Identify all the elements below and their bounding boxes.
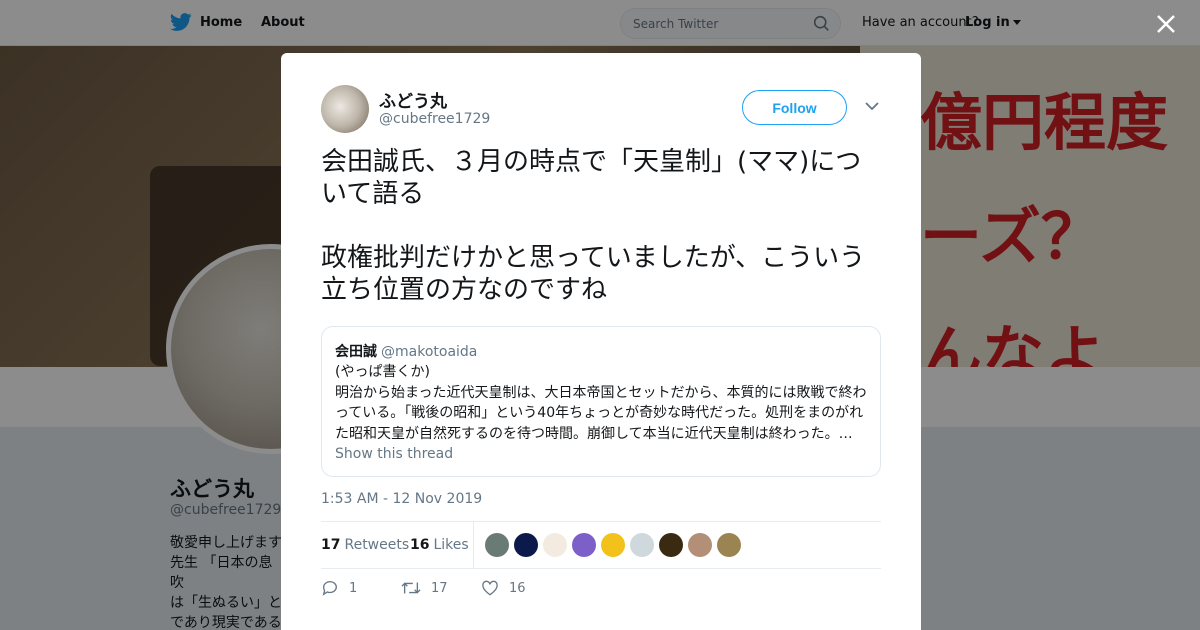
like-button[interactable]: 16	[481, 579, 561, 597]
retweets-count: 17	[321, 537, 341, 553]
reply-count: 1	[349, 580, 358, 596]
quoted-author-name: 会田誠	[335, 344, 377, 360]
quoted-author-handle: @makotoaida	[381, 344, 478, 360]
like-count: 16	[509, 580, 526, 596]
quoted-text: (やっぱ書くか) 明治から始まった近代天皇制は、大日本帝国とセットだから、本質的…	[335, 364, 867, 442]
likes-label: Likes	[433, 537, 469, 553]
author-avatar[interactable]	[321, 85, 369, 133]
chevron-down-icon[interactable]	[865, 101, 879, 111]
follow-button[interactable]: Follow	[742, 90, 847, 125]
tweet-timestamp[interactable]: 1:53 AM - 12 Nov 2019	[321, 491, 482, 507]
liker-avatar[interactable]	[514, 533, 538, 557]
tweet-text: 会田誠氏、３月の時点で「天皇制」(ママ)について語る 政権批判だけかと思っていま…	[321, 147, 866, 305]
stats-divider	[473, 522, 474, 568]
heart-icon	[482, 580, 498, 596]
liker-avatar[interactable]	[543, 533, 567, 557]
author-handle[interactable]: @cubefree1729	[379, 111, 490, 127]
quoted-header: 会田誠 @makotoaida	[335, 341, 477, 361]
liker-avatar[interactable]	[659, 533, 683, 557]
reply-icon	[322, 581, 337, 596]
retweet-icon	[401, 582, 421, 594]
liker-avatar[interactable]	[688, 533, 712, 557]
reply-button[interactable]: 1	[321, 579, 401, 597]
liker-avatar[interactable]	[485, 533, 509, 557]
liker-avatar[interactable]	[572, 533, 596, 557]
tweet-actions: 1 17 16	[321, 579, 561, 597]
retweets-label: Retweets	[344, 537, 410, 553]
close-icon[interactable]	[1154, 12, 1178, 36]
show-thread-link[interactable]: Show this thread	[335, 446, 453, 462]
retweet-count: 17	[431, 580, 448, 596]
liker-avatar[interactable]	[630, 533, 654, 557]
author-name[interactable]: ふどう丸	[379, 87, 447, 112]
retweets-stat[interactable]: 17 Retweets	[321, 537, 409, 553]
likes-count: 16	[410, 537, 430, 553]
liker-avatar[interactable]	[601, 533, 625, 557]
liker-avatars	[485, 533, 741, 557]
likes-stat[interactable]: 16 Likes	[410, 537, 469, 553]
tweet-stats: 17 Retweets 16 Likes	[321, 521, 881, 569]
tweet-modal: ふどう丸 @cubefree1729 Follow 会田誠氏、３月の時点で「天皇…	[281, 53, 921, 630]
liker-avatar[interactable]	[717, 533, 741, 557]
quoted-tweet[interactable]: 会田誠 @makotoaida (やっぱ書くか) 明治から始まった近代天皇制は、大…	[321, 326, 881, 477]
retweet-button[interactable]: 17	[401, 579, 481, 597]
